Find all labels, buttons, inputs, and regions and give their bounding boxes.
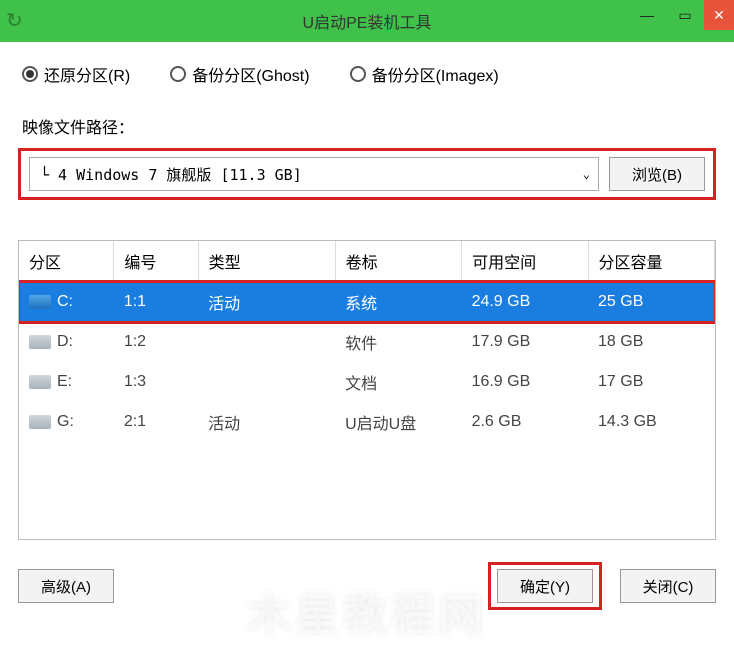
cell-label: U启动U盘 <box>335 402 461 442</box>
window-controls: — ▭ ✕ <box>628 0 734 30</box>
titlebar: ↻ U启动PE装机工具 — ▭ ✕ <box>0 0 734 42</box>
radio-label: 备份分区(Imagex) <box>372 62 499 86</box>
minimize-button[interactable]: — <box>628 0 666 30</box>
cell-label: 系统 <box>335 282 461 323</box>
table-row[interactable]: E:1:3 文档16.9 GB17 GB <box>19 362 715 402</box>
table-row[interactable]: G:2:1活动U启动U盘2.6 GB14.3 GB <box>19 402 715 442</box>
partition-table: 分区 编号 类型 卷标 可用空间 分区容量 C:1:1活动系统24.9 GB25… <box>18 240 716 540</box>
header-type[interactable]: 类型 <box>198 241 335 282</box>
cell-type: 活动 <box>198 402 335 442</box>
image-path-label: 映像文件路径： <box>18 114 716 138</box>
ok-button[interactable]: 确定(Y) <box>497 569 593 603</box>
cell-capacity: 17 GB <box>588 362 714 402</box>
image-path-highlight: └ 4 Windows 7 旗舰版 [11.3 GB] ⌄ 浏览(B) <box>18 148 716 200</box>
drive-icon <box>29 295 51 309</box>
cell-free: 16.9 GB <box>462 362 588 402</box>
advanced-button[interactable]: 高级(A) <box>18 569 114 603</box>
advanced-button-label: 高级(A) <box>41 576 91 597</box>
header-free[interactable]: 可用空间 <box>462 241 588 282</box>
cell-number: 2:1 <box>114 402 198 442</box>
browse-button-label: 浏览(B) <box>632 164 682 185</box>
table-row[interactable]: C:1:1活动系统24.9 GB25 GB <box>19 282 715 323</box>
browse-button[interactable]: 浏览(B) <box>609 157 705 191</box>
radio-label: 还原分区(R) <box>44 62 130 86</box>
cell-partition: C: <box>19 282 114 323</box>
close-button-label: 关闭(C) <box>643 576 694 597</box>
bottom-button-row: 高级(A) 确定(Y) 关闭(C) <box>18 562 716 610</box>
cell-capacity: 18 GB <box>588 322 714 362</box>
cell-free: 2.6 GB <box>462 402 588 442</box>
header-capacity[interactable]: 分区容量 <box>588 241 714 282</box>
cell-type <box>198 322 335 362</box>
chevron-down-icon: ⌄ <box>583 167 590 181</box>
table-header-row: 分区 编号 类型 卷标 可用空间 分区容量 <box>19 241 715 282</box>
cell-capacity: 14.3 GB <box>588 402 714 442</box>
window-title: U启动PE装机工具 <box>303 9 432 33</box>
maximize-button[interactable]: ▭ <box>666 0 704 30</box>
ok-button-label: 确定(Y) <box>520 576 570 597</box>
cell-type <box>198 362 335 402</box>
cell-partition: D: <box>19 322 114 362</box>
cell-type: 活动 <box>198 282 335 323</box>
drive-icon <box>29 415 51 429</box>
image-path-value: └ 4 Windows 7 旗舰版 [11.3 GB] <box>40 164 302 185</box>
radio-backup-ghost[interactable]: 备份分区(Ghost) <box>170 62 309 86</box>
drive-icon <box>29 375 51 389</box>
drive-icon <box>29 335 51 349</box>
cell-partition: E: <box>19 362 114 402</box>
mode-radio-group: 还原分区(R) 备份分区(Ghost) 备份分区(Imagex) <box>18 62 716 86</box>
cell-capacity: 25 GB <box>588 282 714 323</box>
cell-number: 1:1 <box>114 282 198 323</box>
ok-button-highlight: 确定(Y) <box>488 562 602 610</box>
cell-number: 1:3 <box>114 362 198 402</box>
radio-label: 备份分区(Ghost) <box>192 62 309 86</box>
radio-unchecked-icon <box>170 66 186 82</box>
radio-restore-partition[interactable]: 还原分区(R) <box>22 62 130 86</box>
radio-backup-imagex[interactable]: 备份分区(Imagex) <box>350 62 499 86</box>
cell-number: 1:2 <box>114 322 198 362</box>
header-number[interactable]: 编号 <box>114 241 198 282</box>
close-button[interactable]: 关闭(C) <box>620 569 716 603</box>
table-row[interactable]: D:1:2 软件17.9 GB18 GB <box>19 322 715 362</box>
cell-free: 24.9 GB <box>462 282 588 323</box>
image-path-combo[interactable]: └ 4 Windows 7 旗舰版 [11.3 GB] ⌄ <box>29 157 599 191</box>
app-logo-icon: ↻ <box>6 8 30 32</box>
close-window-button[interactable]: ✕ <box>704 0 734 30</box>
cell-label: 软件 <box>335 322 461 362</box>
cell-partition: G: <box>19 402 114 442</box>
radio-checked-icon <box>22 66 38 82</box>
cell-free: 17.9 GB <box>462 322 588 362</box>
radio-unchecked-icon <box>350 66 366 82</box>
header-label[interactable]: 卷标 <box>335 241 461 282</box>
header-partition[interactable]: 分区 <box>19 241 114 282</box>
cell-label: 文档 <box>335 362 461 402</box>
